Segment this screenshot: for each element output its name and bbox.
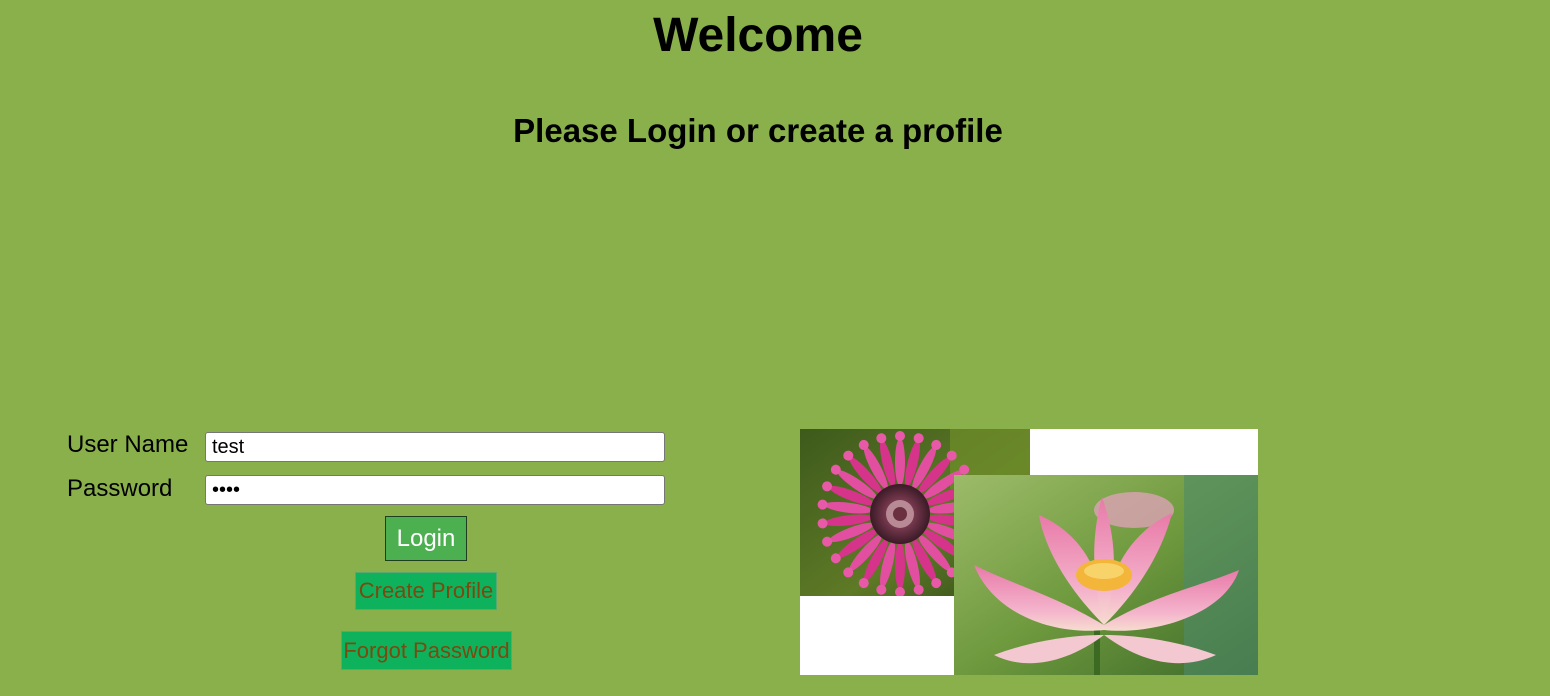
create-profile-button[interactable]: Create Profile xyxy=(355,572,497,610)
username-input[interactable] xyxy=(205,432,665,462)
lotus-flower-image xyxy=(954,475,1258,675)
password-label: Password xyxy=(67,475,173,502)
forgot-password-button[interactable]: Forgot Password xyxy=(341,631,512,670)
login-button[interactable]: Login xyxy=(385,516,467,561)
page-title: Welcome xyxy=(653,9,863,62)
password-input[interactable] xyxy=(205,475,665,505)
page-subtitle: Please Login or create a profile xyxy=(513,112,1003,149)
username-label: User Name xyxy=(67,431,189,458)
